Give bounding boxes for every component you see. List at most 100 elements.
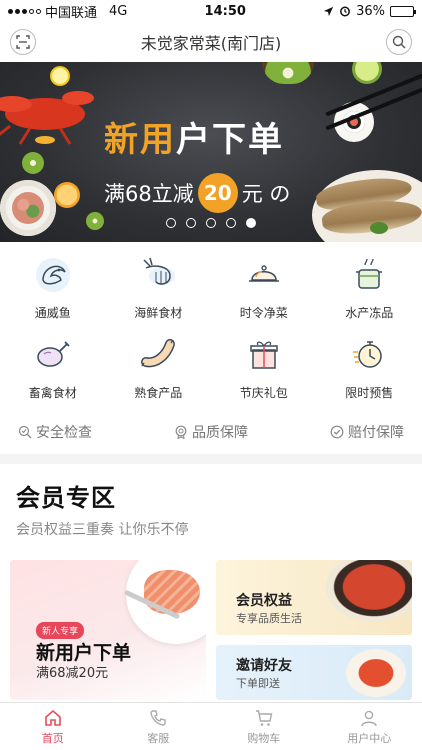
category-poultry[interactable]: 畜禽食材: [0, 332, 106, 412]
banner-headline-highlight: 新用: [104, 120, 176, 160]
tab-service[interactable]: 客服: [106, 703, 212, 750]
new-user-card[interactable]: 新人专享 新用户下单 满68减20元: [10, 560, 206, 700]
shrimp-icon: [136, 252, 180, 296]
tab-label: 首页: [41, 731, 64, 745]
pot-icon: [347, 252, 391, 296]
gift-icon: [242, 332, 286, 376]
carrier-name: 中国联通: [45, 5, 98, 21]
section-divider: [0, 454, 422, 464]
category-label: 节庆礼包: [239, 386, 288, 400]
fish-icon: [31, 252, 75, 296]
alarm-icon: [340, 6, 351, 17]
member-section-subtitle: 会员权益三重奏 让你乐不停: [16, 522, 189, 538]
guarantee-quality: 品质保障: [174, 422, 248, 442]
location-arrow-icon: [323, 6, 334, 16]
invite-friends-card[interactable]: 邀请好友 下单即送: [216, 645, 412, 700]
discount-amount: 20: [197, 173, 238, 213]
cart-icon: [255, 709, 273, 726]
banner-subline: 满68立减 20 元 の: [104, 173, 290, 213]
member-benefits-card[interactable]: 会员权益 专享品质生活: [216, 560, 412, 635]
category-label: 熟食产品: [134, 386, 183, 400]
store-title[interactable]: 未觉家常菜(南门店): [141, 30, 282, 54]
home-icon: [44, 709, 61, 726]
new-user-tag: 新人专享: [36, 622, 85, 639]
benefits-card-title: 会员权益: [236, 593, 292, 609]
guarantee-row: 安全检查 品质保障 赔付保障: [0, 412, 422, 446]
user-icon: [361, 710, 377, 726]
network-type: 4G: [109, 3, 128, 19]
carousel-dot[interactable]: [206, 218, 216, 228]
tab-label: 用户中心: [347, 731, 392, 745]
category-presale[interactable]: 限时预售: [317, 332, 422, 412]
category-label: 限时预售: [345, 386, 394, 400]
status-right: 36%: [323, 3, 416, 19]
battery-icon: [389, 5, 416, 17]
badge-icon: [175, 425, 187, 439]
guarantee-safety: 安全检查: [18, 422, 92, 442]
guarantee-label: 品质保障: [192, 425, 248, 441]
category-label: 海鲜食材: [134, 306, 183, 320]
sausage-icon: [136, 332, 180, 376]
guarantee-compensation: 赔付保障: [330, 422, 404, 442]
battery-percent: 36%: [356, 3, 385, 19]
invite-card-subtitle: 下单即送: [236, 677, 280, 690]
member-cards-right: 会员权益 专享品质生活 邀请好友 下单即送: [216, 560, 412, 700]
tab-home[interactable]: 首页: [0, 703, 106, 750]
search-shield-icon: [18, 425, 32, 439]
phone-icon: [150, 709, 166, 726]
carousel-dot[interactable]: [246, 218, 256, 228]
timer-icon: [347, 332, 391, 376]
tab-bar: 首页 客服 购物车 用户中心: [0, 702, 422, 750]
banner-headline: 新用户下单: [104, 112, 290, 161]
new-user-card-subtitle: 满68减20元: [36, 666, 109, 681]
banner-headline-rest: 户下单: [176, 120, 284, 160]
search-icon: [392, 35, 406, 49]
carousel-dot[interactable]: [166, 218, 176, 228]
category-label: 通威鱼: [34, 306, 71, 320]
category-vegetables[interactable]: 时令净菜: [211, 252, 317, 332]
category-gifts[interactable]: 节庆礼包: [211, 332, 317, 412]
benefits-card-subtitle: 专享品质生活: [236, 612, 302, 625]
app-screen: 中国联通 4G 14:50 36% 未觉家常菜(南门店) 新用户下单 满68立减…: [0, 0, 422, 750]
orange-slice: [54, 182, 80, 208]
search-button[interactable]: [386, 29, 412, 55]
tab-cart[interactable]: 购物车: [211, 703, 317, 750]
tab-label: 客服: [147, 731, 170, 745]
category-label: 水产冻品: [345, 306, 394, 320]
category-fish[interactable]: 通威鱼: [0, 252, 106, 332]
scan-button[interactable]: [10, 29, 36, 55]
tab-label: 购物车: [247, 731, 281, 745]
carousel-dots: [0, 218, 422, 228]
category-cooked[interactable]: 熟食产品: [106, 332, 212, 412]
check-circle-icon: [330, 425, 344, 439]
category-grid: 通威鱼 海鲜食材 时令净菜 水产冻品 畜禽食材 熟食产品 节庆礼包 限时预售: [0, 242, 422, 412]
category-frozen[interactable]: 水产冻品: [317, 252, 422, 332]
clock: 14:50: [204, 3, 246, 19]
drumstick-icon: [31, 332, 75, 376]
lemon-slice: [50, 66, 70, 86]
new-user-card-title: 新用户下单: [36, 642, 132, 664]
status-left: 中国联通 4G: [8, 2, 127, 21]
signal-icon: [8, 8, 41, 14]
promo-banner[interactable]: 新用户下单 满68立减 20 元 の: [0, 62, 422, 242]
invite-card-title: 邀请好友: [236, 658, 292, 674]
carousel-dot[interactable]: [186, 218, 196, 228]
banner-sub-suffix: 元 の: [241, 182, 291, 206]
header: 未觉家常菜(南门店): [0, 22, 422, 62]
member-cards: 新人专享 新用户下单 满68减20元 会员权益 专享品质生活 邀请好友 下单即送: [10, 560, 412, 700]
tab-user-center[interactable]: 用户中心: [317, 703, 422, 750]
status-bar: 中国联通 4G 14:50 36%: [0, 0, 422, 22]
guarantee-label: 赔付保障: [348, 425, 404, 441]
carousel-dot[interactable]: [226, 218, 236, 228]
hotpot-image: [326, 560, 412, 622]
guarantee-label: 安全检查: [36, 425, 92, 441]
category-label: 时令净菜: [239, 306, 288, 320]
kiwi-slice: [22, 152, 44, 174]
scan-icon: [16, 35, 30, 49]
banner-text: 新用户下单 满68立减 20 元 の: [104, 112, 290, 213]
banner-sub-prefix: 满68立减: [104, 182, 194, 206]
cloche-icon: [242, 252, 286, 296]
member-section-title: 会员专区: [16, 484, 116, 512]
lobster-image: [0, 91, 94, 145]
category-seafood[interactable]: 海鲜食材: [106, 252, 212, 332]
